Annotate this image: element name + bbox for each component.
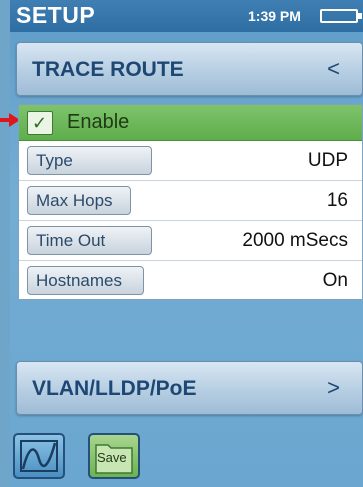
graph-icon <box>20 440 58 472</box>
enable-label: Enable <box>67 111 130 133</box>
chevron-right-icon: > <box>327 375 340 400</box>
chevron-left-icon: < <box>327 56 340 81</box>
type-button[interactable]: Type <box>27 146 152 175</box>
page-title: SETUP <box>16 2 96 28</box>
pointer-arrow-icon <box>0 113 20 127</box>
hostnames-value: On <box>322 270 348 291</box>
max-hops-button[interactable]: Max Hops <box>27 186 131 215</box>
save-button[interactable]: Save <box>88 433 140 479</box>
battery-icon <box>320 9 362 23</box>
setting-row-time-out: Time Out 2000 mSecs <box>19 221 362 261</box>
setting-row-max-hops: Max Hops 16 <box>19 181 362 221</box>
setting-row-type: Type UDP <box>19 141 362 181</box>
hostnames-button[interactable]: Hostnames <box>27 266 144 295</box>
enable-row[interactable]: ✓ Enable <box>19 105 362 141</box>
save-label: Save <box>97 450 127 465</box>
vlan-lldp-poe-label: VLAN/LLDP/PoE <box>32 377 197 400</box>
time-out-value: 2000 mSecs <box>242 230 348 251</box>
check-icon: ✓ <box>32 113 48 134</box>
max-hops-value: 16 <box>326 190 348 211</box>
enable-checkbox[interactable]: ✓ <box>27 111 53 135</box>
type-value: UDP <box>307 150 348 171</box>
graph-button[interactable] <box>13 433 65 479</box>
trace-route-label: TRACE ROUTE <box>32 58 184 81</box>
trace-route-header[interactable]: TRACE ROUTE < <box>16 42 363 96</box>
settings-panel: ✓ Enable Type UDP Max Hops 16 Time Out 2… <box>18 104 363 300</box>
vlan-lldp-poe-header[interactable]: VLAN/LLDP/PoE > <box>16 361 363 415</box>
time-out-button[interactable]: Time Out <box>27 226 152 255</box>
status-bar: SETUP 1:39 PM <box>10 0 363 32</box>
setting-row-hostnames: Hostnames On <box>19 261 362 301</box>
clock: 1:39 PM <box>248 8 301 24</box>
